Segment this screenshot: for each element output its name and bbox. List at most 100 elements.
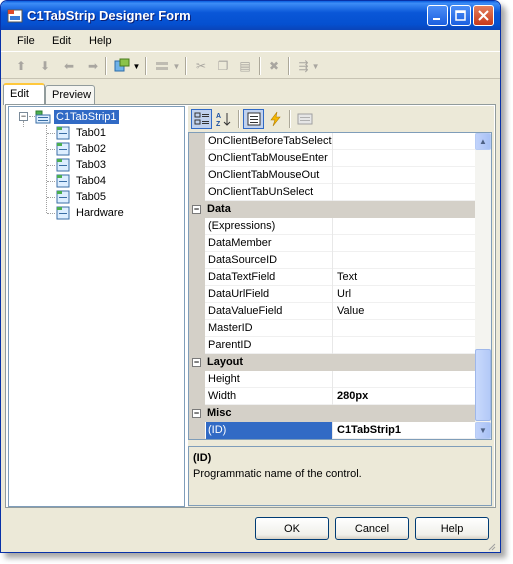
- move-down-icon[interactable]: ⬇: [37, 58, 53, 74]
- maximize-button[interactable]: [450, 5, 471, 26]
- category-label: Data: [207, 203, 231, 215]
- row-gutter: [189, 286, 205, 303]
- categorized-button[interactable]: [191, 109, 212, 129]
- tab-preview[interactable]: Preview: [45, 85, 95, 105]
- move-right-icon[interactable]: ➡: [85, 58, 101, 74]
- menu-help[interactable]: Help: [89, 35, 112, 47]
- tree-node-tab04[interactable]: Tab04: [55, 173, 108, 189]
- menu-edit[interactable]: Edit: [52, 35, 71, 47]
- property-row[interactable]: OnClientTabMouseEnter: [189, 150, 476, 167]
- events-button[interactable]: [265, 109, 286, 129]
- copy-icon[interactable]: ❐: [215, 58, 231, 74]
- property-row[interactable]: Width 280px: [189, 388, 476, 405]
- window-title: C1TabStrip Designer Form: [27, 8, 191, 23]
- close-button[interactable]: [473, 5, 494, 26]
- tree-line: [47, 165, 55, 166]
- vertical-scrollbar[interactable]: ▲ ▼: [475, 133, 491, 439]
- tree-node-tab01[interactable]: Tab01: [55, 125, 108, 141]
- tree-node-tab03[interactable]: Tab03: [55, 157, 108, 173]
- property-value[interactable]: Url: [335, 286, 476, 303]
- toolbar-separator: [288, 57, 290, 75]
- tab-edit[interactable]: Edit: [3, 83, 45, 105]
- scroll-down-arrow[interactable]: ▼: [475, 422, 491, 439]
- toolbar-separator: [259, 57, 261, 75]
- category-data[interactable]: − Data: [189, 201, 476, 218]
- property-name: OnClientTabMouseOut: [206, 167, 333, 184]
- properties-button[interactable]: [243, 109, 264, 129]
- property-value[interactable]: [335, 235, 476, 252]
- cut-icon[interactable]: ✂: [193, 58, 209, 74]
- property-value[interactable]: [335, 371, 476, 388]
- property-value[interactable]: Value: [335, 303, 476, 320]
- property-row[interactable]: DataValueField Value: [189, 303, 476, 320]
- property-name: Height: [206, 371, 333, 388]
- property-value[interactable]: C1TabStrip1: [335, 422, 476, 439]
- property-value[interactable]: [335, 167, 476, 184]
- row-gutter: [189, 388, 205, 405]
- move-up-icon[interactable]: ⬆: [13, 58, 29, 74]
- tree-line: [47, 213, 55, 214]
- property-row[interactable]: MultiPageID: [189, 439, 476, 440]
- dialog-footer: OK Cancel Help: [1, 509, 500, 552]
- property-grid-list[interactable]: OnClientBeforeTabSelect OnClientTabMouseE…: [188, 132, 492, 440]
- property-value[interactable]: [335, 150, 476, 167]
- property-row[interactable]: (Expressions): [189, 218, 476, 235]
- property-value[interactable]: 280px: [335, 388, 476, 405]
- cancel-button[interactable]: Cancel: [335, 517, 409, 540]
- property-value[interactable]: [335, 252, 476, 269]
- change-type-dropdown[interactable]: ⇶ ▼: [295, 58, 323, 74]
- property-value[interactable]: [335, 218, 476, 235]
- item-tree[interactable]: − C1TabStrip1 Tab01 Tab02 Tab03 Tab04 Ta…: [8, 106, 185, 507]
- tree-node-root[interactable]: C1TabStrip1: [35, 109, 119, 125]
- paste-icon[interactable]: ▤: [237, 58, 253, 74]
- toolbar-separator: [185, 57, 187, 75]
- move-left-icon[interactable]: ⬅: [61, 58, 77, 74]
- property-name: DataMember: [206, 235, 333, 252]
- property-row[interactable]: DataMember: [189, 235, 476, 252]
- title-bar[interactable]: C1TabStrip Designer Form: [1, 1, 500, 30]
- scroll-up-arrow[interactable]: ▲: [475, 133, 491, 150]
- property-row[interactable]: OnClientBeforeTabSelect: [189, 133, 476, 150]
- insert-item-dropdown[interactable]: ▼: [153, 58, 181, 74]
- category-layout[interactable]: − Layout: [189, 354, 476, 371]
- collapse-toggle[interactable]: −: [192, 409, 201, 418]
- collapse-toggle[interactable]: −: [19, 112, 28, 121]
- tree-node-hardware[interactable]: Hardware: [55, 205, 126, 221]
- tree-node-tab05[interactable]: Tab05: [55, 189, 108, 205]
- property-value[interactable]: [335, 320, 476, 337]
- delete-icon[interactable]: ✖: [266, 58, 282, 74]
- description-text: Programmatic name of the control.: [193, 468, 362, 480]
- alphabetical-button[interactable]: AZ: [213, 109, 234, 129]
- property-name: MultiPageID: [206, 439, 333, 440]
- property-value[interactable]: [335, 133, 476, 150]
- row-gutter: [189, 252, 205, 269]
- property-row[interactable]: OnClientTabUnSelect: [189, 184, 476, 201]
- property-pages-button[interactable]: [294, 109, 315, 129]
- row-gutter: [189, 320, 205, 337]
- add-item-dropdown[interactable]: ▼: [113, 58, 141, 74]
- property-row[interactable]: DataSourceID: [189, 252, 476, 269]
- menu-file[interactable]: File: [17, 35, 35, 47]
- minimize-button[interactable]: [427, 5, 448, 26]
- property-row[interactable]: ParentID: [189, 337, 476, 354]
- property-row[interactable]: (ID) C1TabStrip1: [189, 422, 476, 439]
- property-row[interactable]: MasterID: [189, 320, 476, 337]
- scroll-thumb[interactable]: [475, 349, 491, 421]
- ok-button[interactable]: OK: [255, 517, 329, 540]
- property-value[interactable]: [335, 439, 476, 440]
- resize-grip-icon[interactable]: [486, 541, 496, 551]
- property-value[interactable]: [335, 184, 476, 201]
- property-row[interactable]: DataUrlField Url: [189, 286, 476, 303]
- collapse-toggle[interactable]: −: [192, 358, 201, 367]
- property-row[interactable]: Height: [189, 371, 476, 388]
- category-misc[interactable]: − Misc: [189, 405, 476, 422]
- tree-node-label: Tab04: [76, 175, 106, 187]
- property-value[interactable]: [335, 337, 476, 354]
- property-row[interactable]: OnClientTabMouseOut: [189, 167, 476, 184]
- property-row[interactable]: DataTextField Text: [189, 269, 476, 286]
- property-value[interactable]: Text: [335, 269, 476, 286]
- tree-line: [23, 121, 24, 127]
- collapse-toggle[interactable]: −: [192, 205, 201, 214]
- tree-node-tab02[interactable]: Tab02: [55, 141, 108, 157]
- help-button[interactable]: Help: [415, 517, 489, 540]
